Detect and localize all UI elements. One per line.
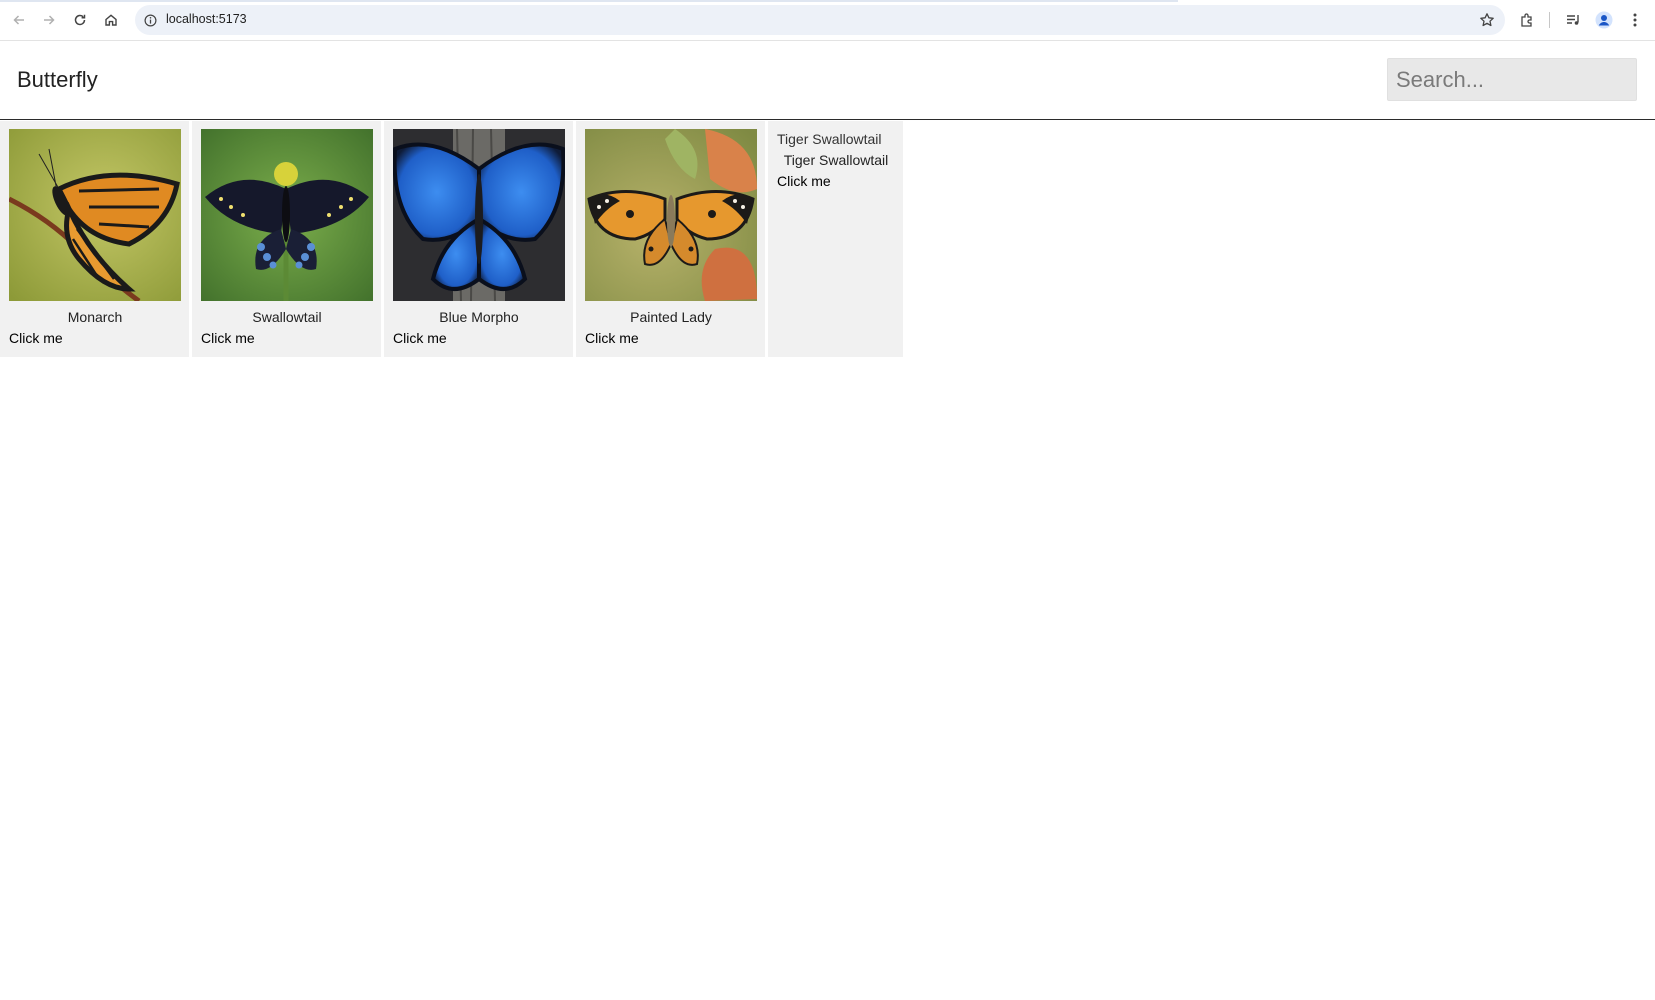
butterfly-image <box>585 129 757 301</box>
back-button[interactable] <box>8 9 30 31</box>
page-load-indicator <box>0 0 1178 2</box>
broken-image-alt-text: Tiger Swallowtail <box>777 131 882 147</box>
click-me-button[interactable]: Click me <box>585 330 639 346</box>
address-url[interactable]: localhost:5173 <box>166 12 247 26</box>
butterfly-card: Painted Lady Click me <box>576 121 765 357</box>
reload-button[interactable] <box>69 9 91 31</box>
forward-button[interactable] <box>38 9 60 31</box>
media-controls-button[interactable] <box>1563 10 1583 30</box>
arrow-left-icon <box>13 15 24 25</box>
address-bar[interactable]: localhost:5173 <box>135 5 1505 35</box>
butterfly-name: Tiger Swallowtail <box>783 152 889 168</box>
butterfly-image <box>201 129 373 301</box>
app-header: Butterfly <box>0 41 1655 120</box>
butterfly-image <box>393 129 565 301</box>
click-me-button[interactable]: Click me <box>9 330 63 346</box>
butterfly-name: Painted Lady <box>630 309 712 325</box>
page-title: Butterfly <box>17 67 98 92</box>
browser-toolbar: localhost:5173 <box>0 0 1655 41</box>
butterfly-name: Swallowtail <box>252 309 322 325</box>
click-me-button[interactable]: Click me <box>393 330 447 346</box>
butterfly-card: Tiger Swallowtail Tiger Swallowtail Clic… <box>768 121 903 357</box>
profile-button[interactable] <box>1594 10 1614 30</box>
butterfly-card: Blue Morpho Click me <box>384 121 573 357</box>
browser-menu-button[interactable] <box>1625 10 1645 30</box>
extensions-button[interactable] <box>1517 10 1537 30</box>
butterfly-card: Swallowtail Click me <box>192 121 381 357</box>
click-me-button[interactable]: Click me <box>777 173 831 189</box>
arrow-right-icon <box>44 15 55 25</box>
bookmark-star-icon[interactable] <box>1479 12 1495 28</box>
click-me-button[interactable]: Click me <box>201 330 255 346</box>
search-input[interactable] <box>1387 58 1637 101</box>
butterfly-gallery: Monarch Click me Swallowtail Click me Bl… <box>0 121 903 357</box>
playlist-icon <box>1567 15 1579 25</box>
butterfly-name: Monarch <box>67 309 123 325</box>
home-button[interactable] <box>100 9 122 31</box>
home-icon <box>105 14 117 26</box>
toolbar-divider <box>1549 12 1550 28</box>
more-vertical-icon <box>1633 13 1637 27</box>
avatar-icon <box>1595 11 1613 29</box>
butterfly-card: Monarch Click me <box>0 121 189 357</box>
puzzle-icon <box>1521 13 1532 27</box>
butterfly-name: Blue Morpho <box>439 309 519 325</box>
reload-icon <box>74 14 86 26</box>
site-info-icon[interactable] <box>142 12 158 28</box>
butterfly-image <box>9 129 181 301</box>
